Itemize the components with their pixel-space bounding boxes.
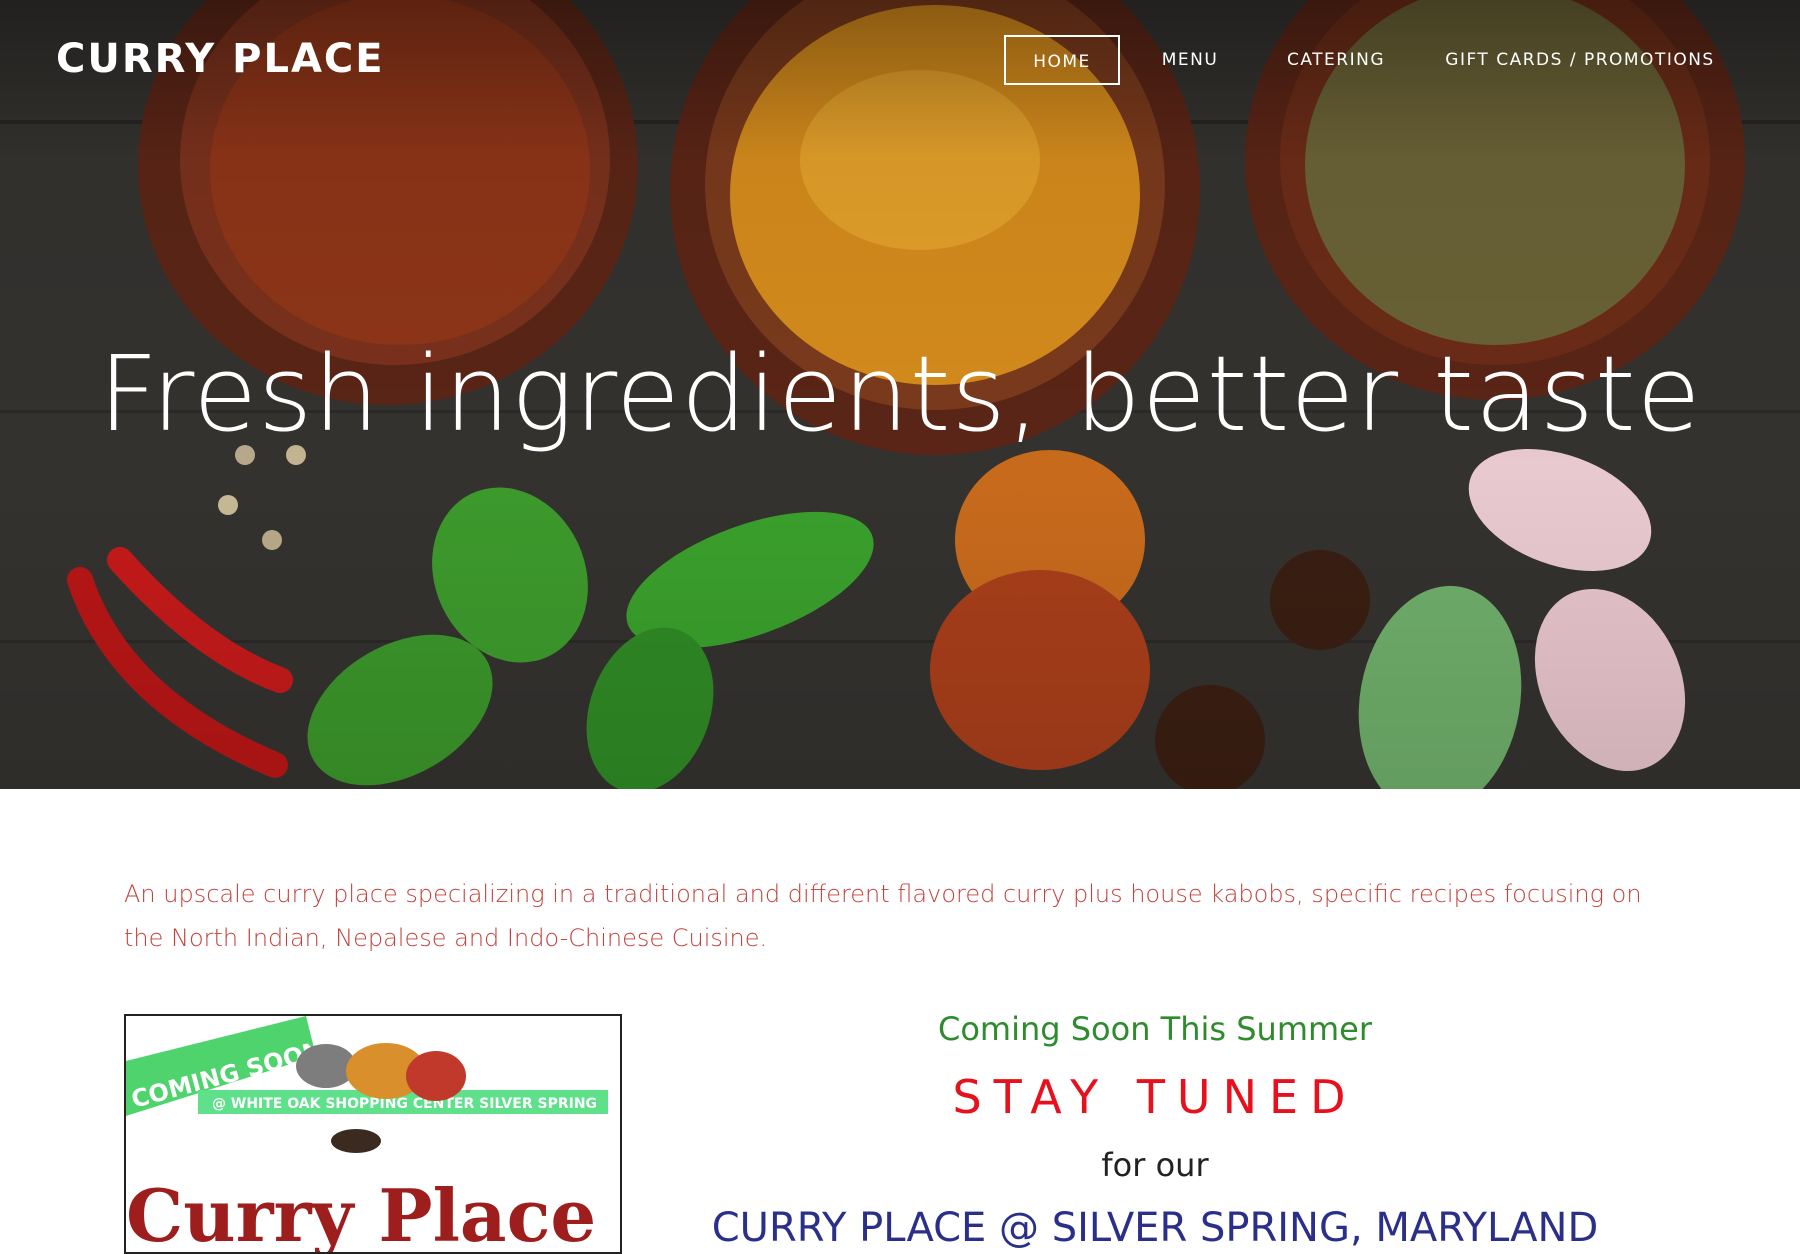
main-nav: HOME MENU CATERING GIFT CARDS / PROMOTIO… [0, 35, 1800, 87]
hero-title: Fresh ingredients, better taste [98, 333, 1702, 455]
nav-menu[interactable]: MENU [1150, 35, 1230, 85]
nav-gift-cards-promotions[interactable]: GIFT CARDS / PROMOTIONS [1442, 35, 1718, 85]
hero-section: CURRY PLACE HOME MENU CATERING GIFT CARD… [0, 0, 1800, 789]
coming-soon-promo-image: COMING SOON @ WHITE OAK SHOPPING CENTER … [124, 1014, 622, 1254]
nav-home[interactable]: HOME [1004, 35, 1120, 85]
stay-tuned-heading: STAY TUNED [952, 1070, 1358, 1124]
intro-text: An upscale curry place specializing in a… [124, 880, 1642, 952]
promo-logo-text: Curry Place [126, 1173, 596, 1254]
coming-soon-heading: Coming Soon This Summer [937, 1010, 1372, 1048]
promo-graphic: COMING SOON @ WHITE OAK SHOPPING CENTER … [126, 1016, 620, 1254]
promo-sub-text: @ WHITE OAK SHOPPING CENTER SILVER SPRIN… [212, 1096, 597, 1112]
for-our-text: for our [1101, 1146, 1209, 1184]
nav-catering[interactable]: CATERING [1280, 35, 1392, 85]
location-heading: CURRY PLACE @ SILVER SPRING, MARYLAND [711, 1205, 1599, 1251]
